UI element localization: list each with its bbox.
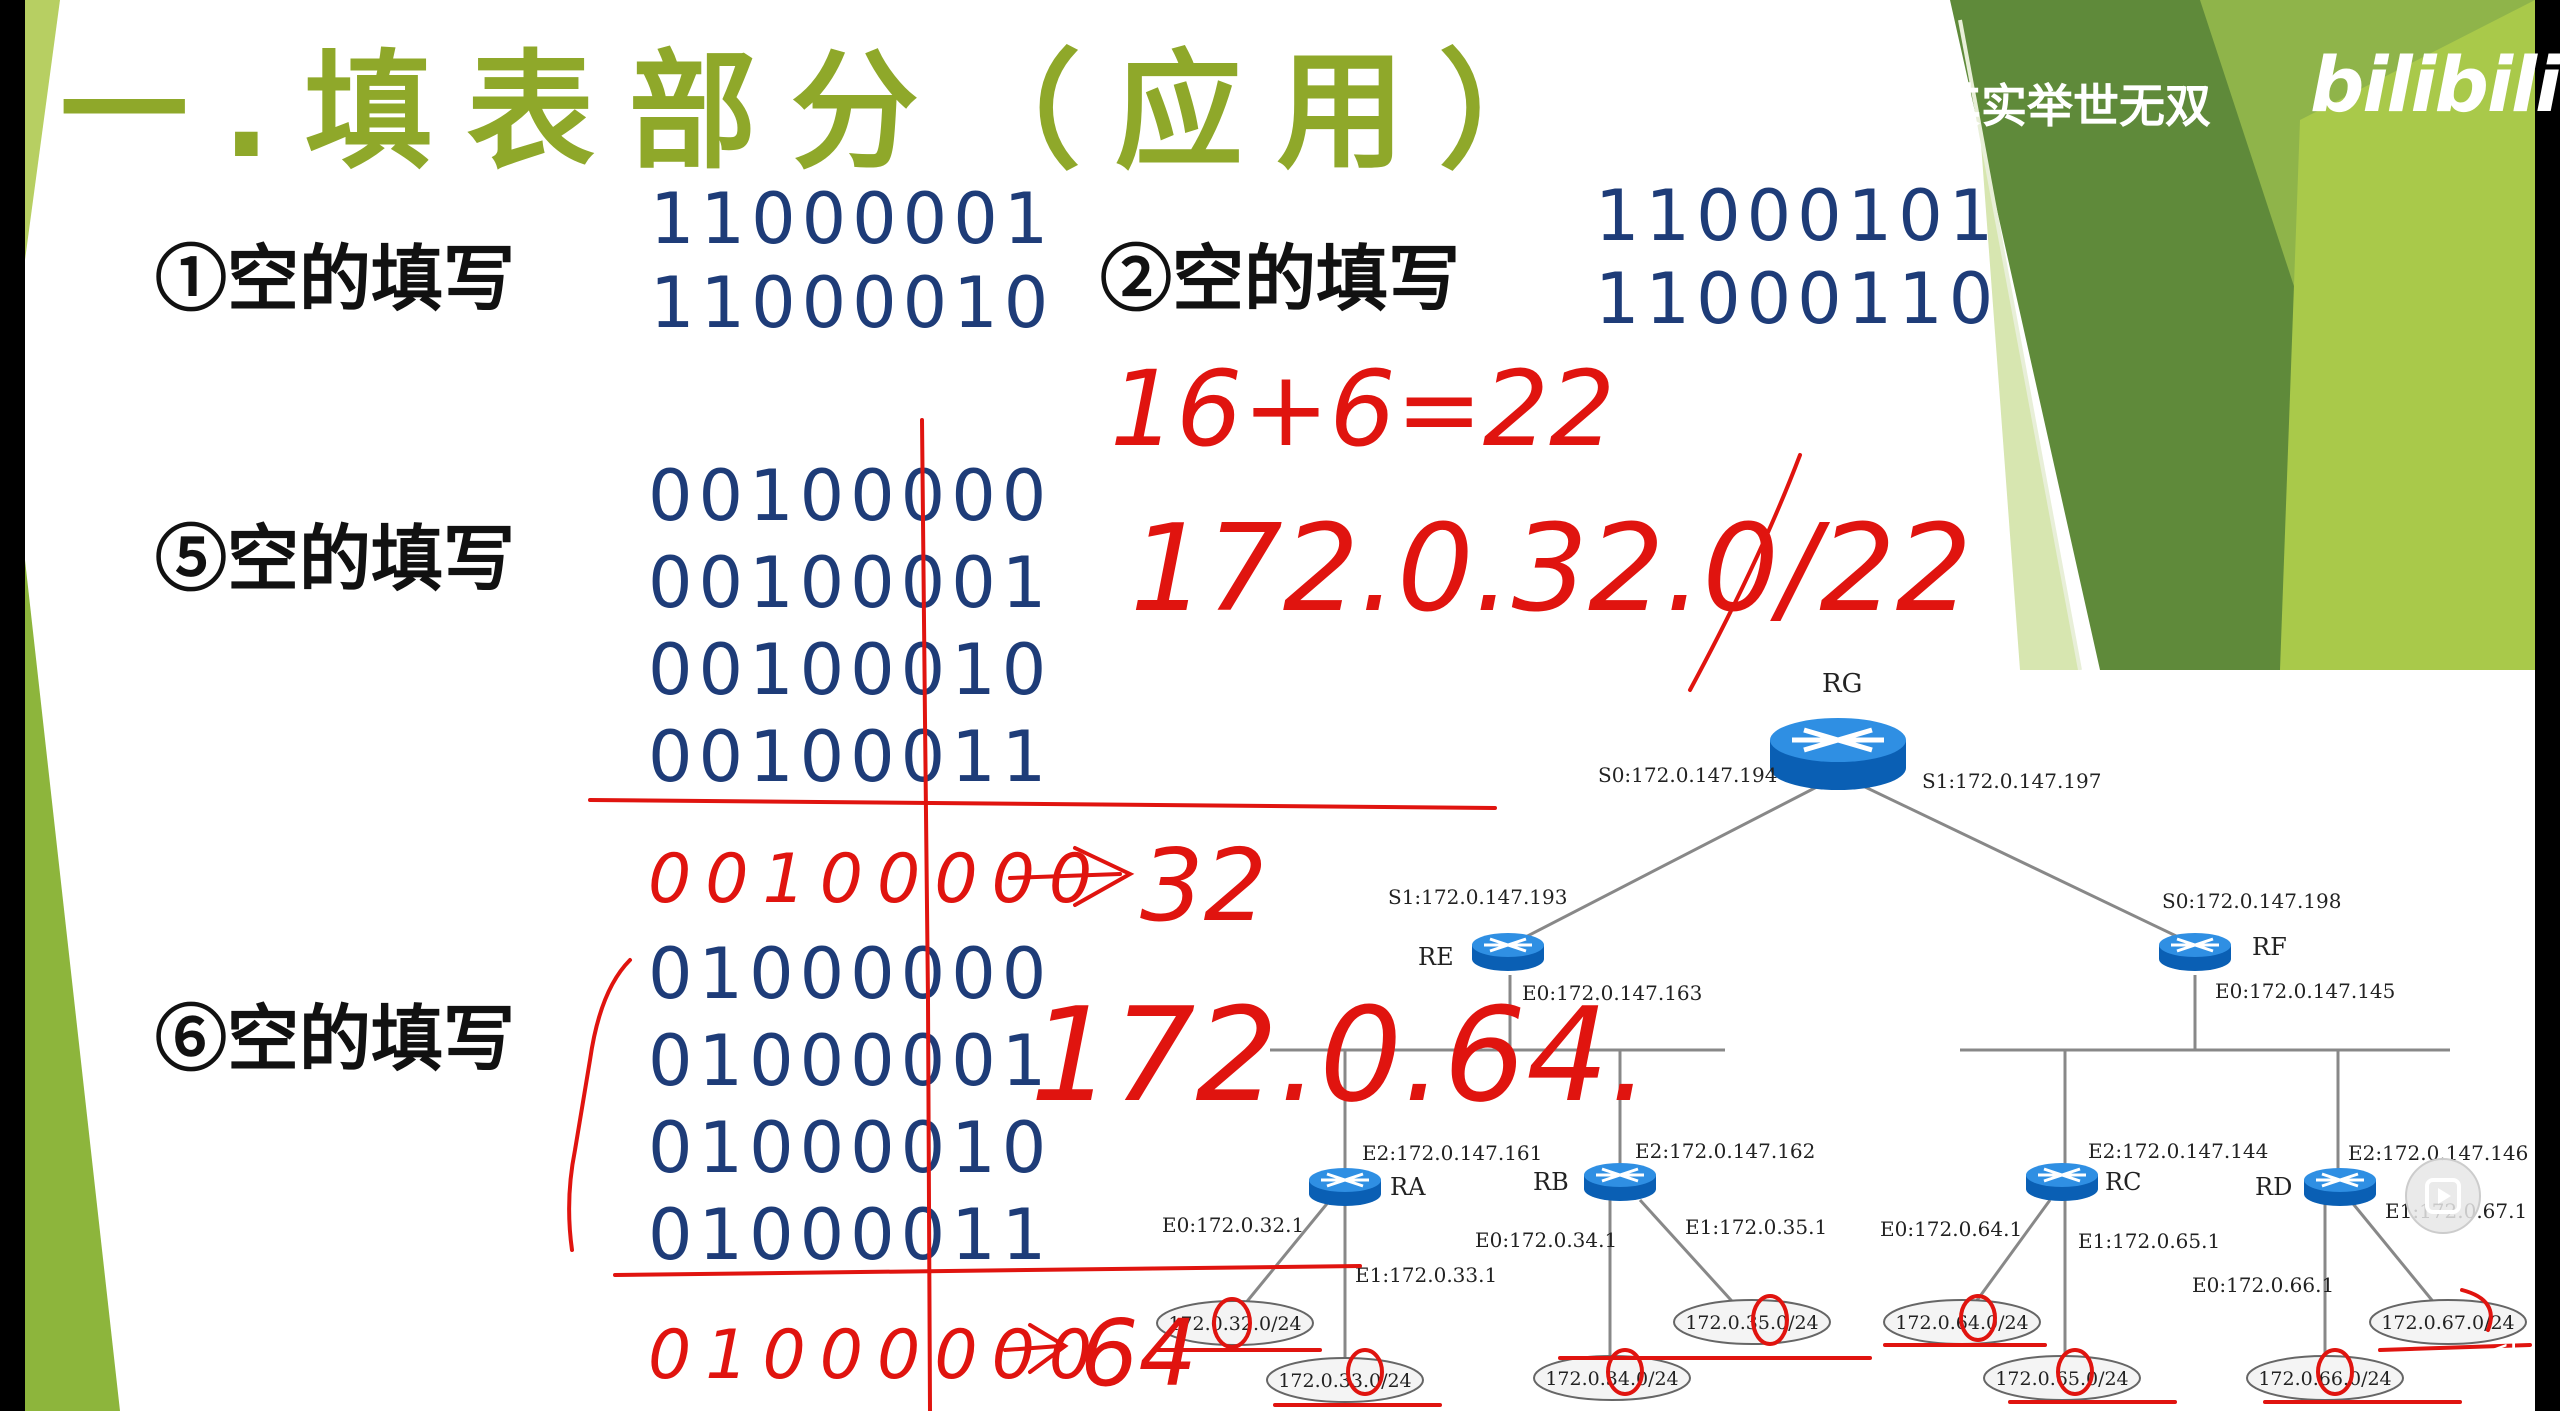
hw-rule-blank6 [613,1264,1362,1277]
player-prev-button[interactable]: <I [2486,1334,2518,1367]
watermark-text: 其实举世无双 [1935,79,2211,133]
hw-arrow-5-value: 32 [1140,827,1267,944]
hw-bits-6: 01000000 [648,1316,1106,1395]
hw-rule-blank5 [588,798,1497,810]
handwritten-annotations: 16+6=22 172.0.32.0/22 00100000 32 172.0.… [567,348,2532,1411]
player-button[interactable] [2405,1158,2481,1234]
bilibili-logo: bilibili [2310,40,2560,129]
hw-bits-5: 00100000 [648,840,1106,919]
hw-result-6: 172.0.64. [1030,979,1650,1131]
play-icon [2425,1178,2461,1214]
hw-arrow-6-value: 64 [1080,1300,1197,1407]
hw-sum: 16+6=22 [1110,348,1615,470]
video-frame: 一.填表部分（应用） ①空的填写 11000001 11000010 ②空的填写… [0,0,2560,1411]
hw-bracket [567,958,632,1252]
hw-result-5: 172.0.32.0/22 [1130,500,1972,639]
